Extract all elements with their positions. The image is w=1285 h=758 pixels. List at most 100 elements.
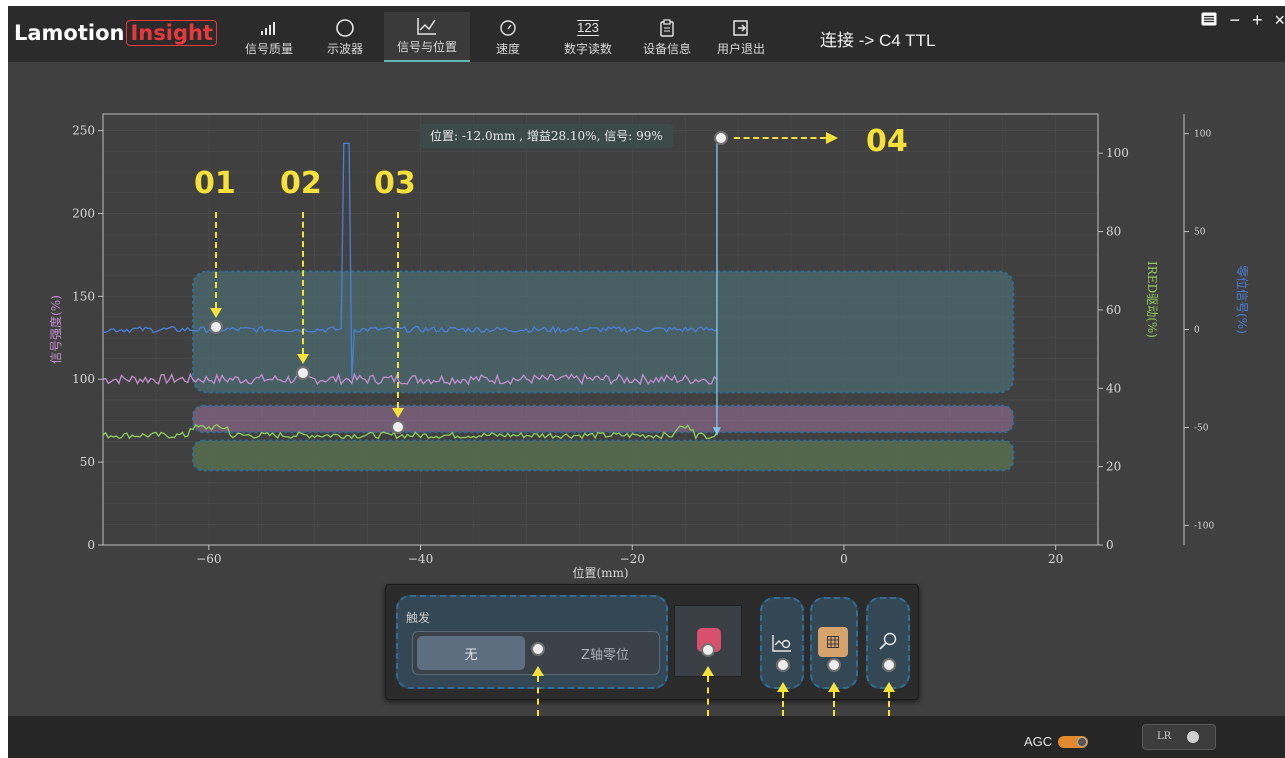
cursor-readout: 位置: -12.0mm , 增益28.10%, 信号: 99% [420, 124, 673, 148]
y-right2-tick-label: 50 [1194, 228, 1206, 238]
connection-status: 连接 -> C4 TTL [820, 31, 936, 50]
marker-07-dot [776, 658, 790, 672]
grid-toggle-button[interactable] [818, 627, 848, 657]
trigger-z-zero-option[interactable]: Z轴零位 [553, 636, 657, 670]
grid-icon [826, 635, 840, 649]
y-left-axis-label: 信号强度(%) [48, 295, 63, 364]
arrow-01-head [210, 308, 222, 318]
annotation-03: 03 [374, 166, 416, 201]
circle-icon [335, 16, 355, 40]
nav-label: 信号质量 [244, 42, 293, 56]
nav-logout[interactable]: 用户退出 [712, 12, 770, 62]
y-right2-tick-label: 100 [1194, 130, 1211, 140]
signal-bars-icon [260, 16, 278, 40]
x-axis-label: 位置(mm) [572, 565, 628, 580]
annotation-01: 01 [194, 166, 236, 201]
y-left-tick-label: 50 [80, 455, 95, 469]
annotation-04: 04 [866, 124, 908, 159]
lr-switch-knob [1187, 731, 1199, 743]
arrow-09-head [883, 682, 895, 692]
y-left-tick-label: 200 [72, 206, 95, 220]
y-left-tick-label: 250 [72, 124, 95, 138]
nav-label: 信号与位置 [396, 40, 457, 54]
y-left-tick-label: 100 [72, 372, 95, 386]
minimize-button[interactable]: − [1229, 10, 1240, 31]
y-right2-tick-label: -50 [1194, 423, 1209, 433]
marker-05-dot [531, 642, 545, 656]
trigger-none-option[interactable]: 无 [417, 636, 525, 670]
x-tick-label: 20 [1048, 552, 1063, 566]
app-logo: Lamotion Insight [14, 16, 217, 50]
digits-123-icon: 123 [577, 20, 599, 36]
arrow-08-head [828, 682, 840, 692]
arrow-06-head [702, 666, 714, 676]
close-button[interactable]: × [1274, 10, 1285, 31]
marker-01-dot [209, 320, 223, 334]
nav-signal-position[interactable]: 信号与位置 [384, 12, 470, 62]
x-tick-label: −20 [620, 552, 645, 566]
app-window: Lamotion Insight 信号质量 示波器 信号与位置 速度 123 数… [8, 6, 1285, 758]
nav-label: 设备信息 [642, 42, 691, 56]
y-left-tick-label: 150 [72, 289, 95, 303]
lr-toggle[interactable]: LR [1142, 724, 1216, 750]
marker-02-dot [296, 366, 310, 380]
logo-text-b: Insight [126, 20, 217, 46]
window-controls: − + × [1201, 10, 1285, 31]
arrow-08-line [833, 692, 835, 716]
nav-oscilloscope[interactable]: 示波器 [320, 12, 370, 62]
marker-03-dot [391, 420, 405, 434]
menu-icon[interactable] [1201, 10, 1217, 31]
x-tick-label: −40 [408, 552, 433, 566]
y-right2-tick-label: 0 [1194, 326, 1200, 336]
nav-digital-readout[interactable]: 123 数字读数 [558, 12, 618, 62]
nav-speed[interactable]: 速度 [486, 12, 530, 62]
clipboard-icon [659, 16, 675, 40]
arrow-05-line [537, 676, 539, 716]
magnifier-icon[interactable] [874, 627, 902, 655]
maximize-button[interactable]: + [1252, 10, 1263, 31]
y-right1-tick-label: 20 [1106, 460, 1121, 474]
agc-switch[interactable] [1058, 735, 1089, 748]
marker-04-dot [714, 131, 728, 145]
y-right1-tick-label: 80 [1106, 225, 1121, 239]
y-right1-tick-label: 0 [1106, 538, 1114, 552]
nav-label: 用户退出 [716, 42, 765, 56]
y-right1-tick-label: 60 [1106, 303, 1121, 317]
nav-signal-quality[interactable]: 信号质量 [244, 12, 294, 62]
agc-label: AGC [1024, 734, 1053, 749]
exit-icon [732, 16, 750, 40]
x-tick-label: −60 [196, 552, 221, 566]
trigger-label: 触发 [406, 611, 431, 625]
top-bar: Lamotion Insight 信号质量 示波器 信号与位置 速度 123 数… [8, 6, 1285, 62]
marker-08-dot [827, 658, 841, 672]
agc-toggle[interactable]: AGC [1024, 734, 1089, 749]
nav-label: 速度 [495, 42, 520, 56]
arrow-02-head [297, 354, 309, 364]
nav-label: 数字读数 [563, 42, 612, 56]
line-chart-icon [416, 14, 438, 38]
arrow-09-line [888, 692, 890, 716]
highlight-band-signal [191, 270, 1015, 394]
chart-refresh-icon[interactable] [768, 629, 796, 657]
arrow-04-line [734, 137, 826, 139]
y-right2-tick-label: -100 [1194, 521, 1214, 531]
highlight-band-zero [191, 439, 1015, 472]
logo-text-a: Lamotion [14, 21, 125, 45]
arrow-02-line [302, 212, 304, 354]
y-right1-tick-label: 40 [1106, 381, 1121, 395]
y-left-tick-label: 0 [87, 538, 95, 552]
arrow-05-head [532, 666, 544, 676]
arrow-03-head [392, 408, 404, 418]
arrow-07-head [777, 682, 789, 692]
arrow-03-line [397, 212, 399, 408]
y-right2-axis-label: 零位信号(%) [1235, 265, 1250, 334]
nav-label: 示波器 [326, 42, 363, 56]
gauge-icon [499, 16, 517, 40]
arrow-07-line [782, 692, 784, 716]
marker-09-dot [882, 658, 896, 672]
y-right1-axis-label: IRED驱动(%) [1145, 261, 1159, 338]
lr-label: LR [1157, 731, 1172, 742]
nav-device-info[interactable]: 设备信息 [638, 12, 696, 62]
arrow-06-line [707, 676, 709, 716]
arrow-04-head [826, 132, 838, 144]
